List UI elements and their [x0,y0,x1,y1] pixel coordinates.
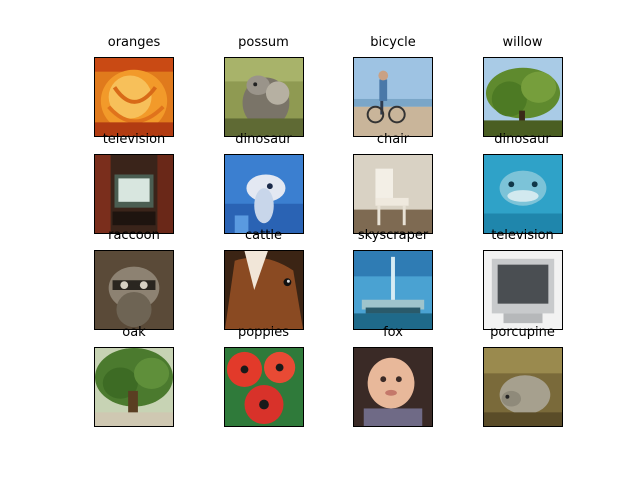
image-label: willow [502,35,543,50]
image-thumbnail [482,57,563,137]
image-thumbnail [94,346,174,427]
image-thumbnail [353,153,433,234]
image-thumbnail [94,153,174,234]
image-label: fox [383,324,403,340]
image-cell: dinosaur [223,132,304,234]
image-cell: oranges [94,35,174,137]
image-label: porcupine [490,324,555,340]
image-label: oranges [107,35,161,50]
image-label: raccoon [108,228,160,243]
image-thumbnail [223,250,304,330]
image-label: dinosaur [235,131,292,147]
image-thumbnail [94,57,174,137]
image-label: dinosaur [494,131,551,147]
image-cell: porcupine [482,325,563,427]
image-thumbnail [353,250,433,330]
image-label: television [102,131,166,147]
image-thumbnail [353,346,433,427]
image-grid: oranges possum bicycle willow television… [0,0,640,480]
image-cell: chair [353,132,433,234]
image-cell: television [482,228,563,330]
image-label: possum [238,35,289,50]
image-cell: fox [353,325,433,427]
image-label: oak [122,324,146,340]
image-thumbnail [94,250,174,330]
image-cell: willow [482,35,563,137]
image-thumbnail [482,346,563,427]
image-cell: dinosaur [482,132,563,234]
image-thumbnail [482,153,563,234]
image-cell: oak [94,325,174,427]
image-thumbnail [353,57,433,137]
image-label: poppies [237,324,290,340]
image-cell: poppies [223,325,304,427]
image-label: television [491,228,554,243]
image-label: chair [376,131,410,147]
image-cell: possum [223,35,304,137]
image-thumbnail [482,250,563,330]
image-thumbnail [223,346,304,427]
image-cell: skyscraper [353,228,433,330]
image-thumbnail [223,153,304,234]
image-cell: cattle [223,228,304,330]
image-cell: raccoon [94,228,174,330]
image-cell: bicycle [353,35,433,137]
image-label: cattle [245,228,282,243]
image-thumbnail [223,57,304,137]
image-label: bicycle [370,35,416,50]
image-cell: television [94,132,174,234]
image-label: skyscraper [357,228,429,243]
